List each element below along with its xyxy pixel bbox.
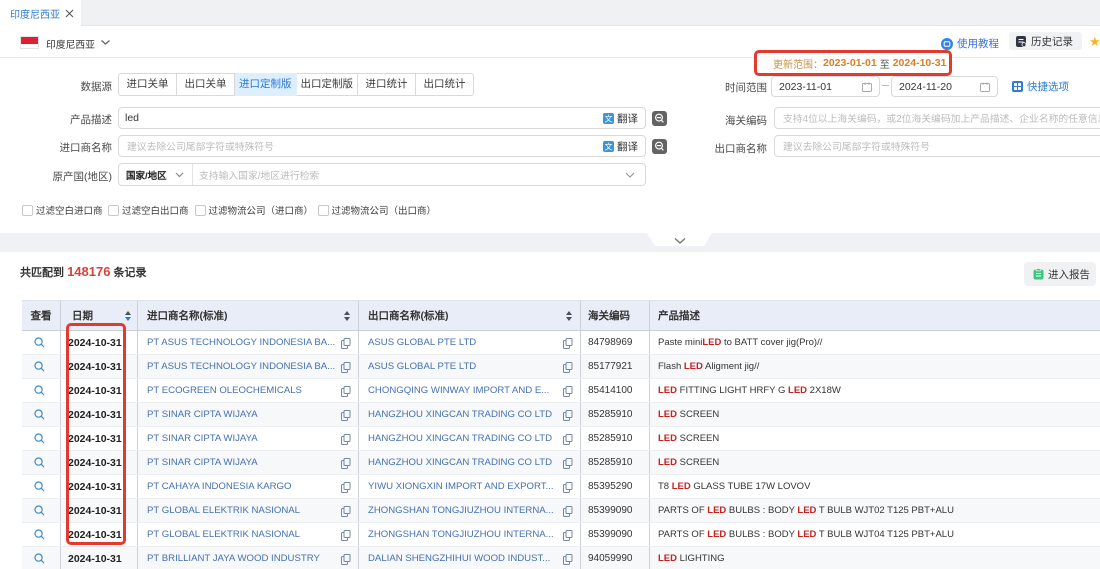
svg-text:文: 文 xyxy=(605,141,613,151)
svg-text:文: 文 xyxy=(605,113,613,123)
